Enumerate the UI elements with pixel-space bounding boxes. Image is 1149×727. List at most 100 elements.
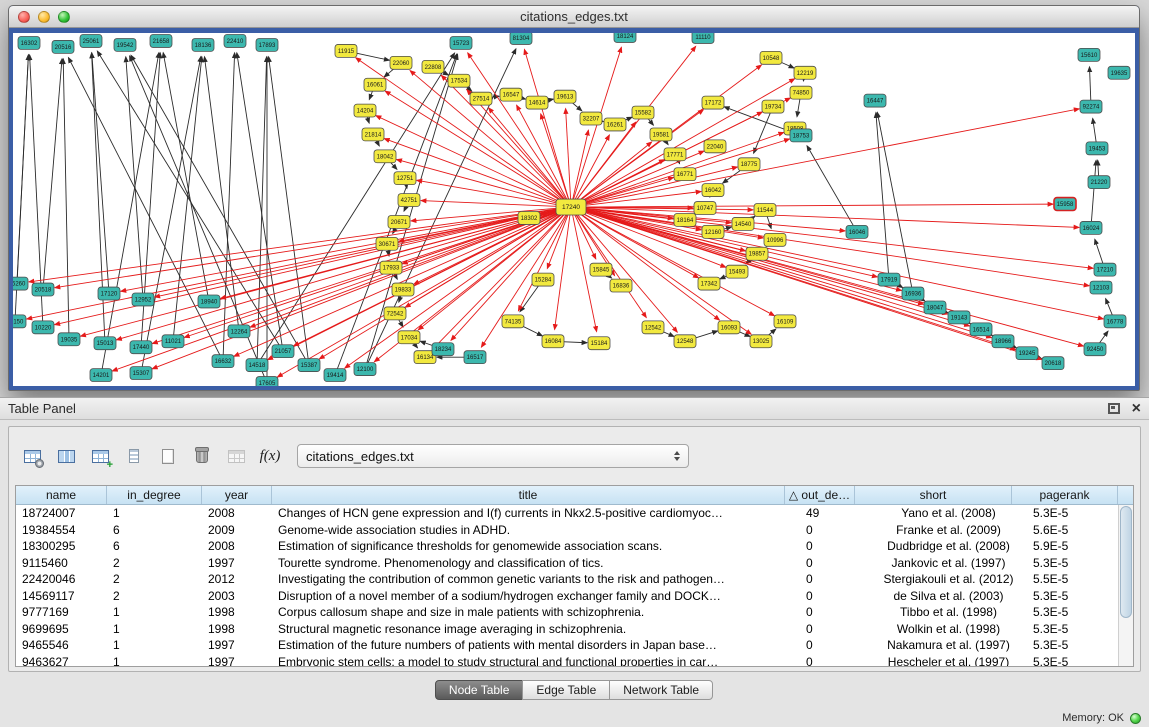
graph-node[interactable]: 25260	[13, 277, 28, 290]
table-row[interactable]: 969969511998Structural magnetic resonanc…	[16, 621, 1133, 638]
graph-node[interactable]: 17893	[256, 38, 278, 51]
graph-node[interactable]: 18753	[790, 129, 812, 142]
graph-node[interactable]: 16771	[674, 168, 696, 181]
graph-node[interactable]: 12751	[394, 172, 416, 185]
graph-node[interactable]: 12103	[1090, 281, 1112, 294]
graph-node[interactable]: 19245	[1016, 347, 1038, 360]
graph-node[interactable]: 16042	[702, 184, 724, 197]
column-header-year[interactable]: year	[202, 486, 272, 504]
graph-node[interactable]: 12100	[354, 363, 376, 376]
graph-node[interactable]: 14614	[526, 96, 548, 109]
graph-node[interactable]: 19833	[392, 283, 414, 296]
graph-node[interactable]: 16084	[542, 335, 564, 348]
graph-node[interactable]: 14204	[354, 104, 376, 117]
column-header-title[interactable]: title	[272, 486, 785, 504]
graph-node[interactable]: 19613	[554, 90, 576, 103]
graph-node[interactable]: 19581	[650, 128, 672, 141]
graph-node[interactable]: 17342	[698, 277, 720, 290]
graph-node[interactable]: 10548	[760, 51, 782, 64]
graph-node[interactable]: 17172	[702, 96, 724, 109]
scrollbar-thumb[interactable]	[1120, 506, 1132, 618]
graph-node[interactable]: 92274	[1080, 100, 1102, 113]
graph-node[interactable]: 16093	[718, 321, 740, 334]
tab-edge-table[interactable]: Edge Table	[522, 680, 610, 700]
graph-node[interactable]: 21220	[1088, 176, 1110, 189]
graph-node[interactable]: 15284	[532, 273, 554, 286]
graph-node[interactable]: 12160	[702, 225, 724, 238]
graph-node[interactable]: 16778	[1104, 315, 1126, 328]
graph-node[interactable]: 15845	[590, 263, 612, 276]
graph-node[interactable]: 18302	[518, 211, 540, 224]
graph-node[interactable]: 22060	[390, 56, 412, 69]
graph-node[interactable]: 11544	[754, 204, 776, 217]
create-column-button[interactable]: +	[85, 442, 115, 470]
graph-node[interactable]: 16046	[846, 225, 868, 238]
graph-node[interactable]: 18164	[674, 213, 696, 226]
graph-node[interactable]: 20518	[32, 283, 54, 296]
graph-node[interactable]: 16109	[774, 315, 796, 328]
graph-node[interactable]: 17034	[398, 331, 420, 344]
graph-node[interactable]: 27514	[470, 92, 492, 105]
graph-node[interactable]: 16061	[364, 78, 386, 91]
graph-node[interactable]: 18047	[924, 301, 946, 314]
graph-node[interactable]: 18042	[374, 150, 396, 163]
graph-node[interactable]: 16024	[1080, 221, 1102, 234]
graph-node[interactable]: 15493	[726, 265, 748, 278]
graph-node[interactable]: 17534	[448, 74, 470, 87]
delete-rows-button[interactable]	[119, 442, 149, 470]
graph-node[interactable]: 15013	[94, 337, 116, 350]
graph-node[interactable]: 19542	[114, 38, 136, 51]
graph-node[interactable]: 16517	[464, 351, 486, 364]
graph-node[interactable]: 17240	[556, 199, 586, 215]
graph-node[interactable]: 15723	[450, 36, 472, 49]
graph-node[interactable]: 21057	[272, 345, 294, 358]
graph-node[interactable]: 16936	[902, 287, 924, 300]
graph-node[interactable]: 19857	[746, 247, 768, 260]
zoom-window-icon[interactable]	[58, 11, 70, 23]
float-panel-icon[interactable]	[1108, 403, 1120, 414]
graph-node[interactable]: 42751	[398, 194, 420, 207]
table-row[interactable]: 1938455462009Genome-wide association stu…	[16, 522, 1133, 539]
graph-node[interactable]: 11915	[335, 44, 357, 57]
graph-node[interactable]: 15958	[1054, 198, 1076, 211]
graph-node[interactable]: 19453	[1086, 142, 1108, 155]
graph-node[interactable]: 18940	[198, 295, 220, 308]
graph-node[interactable]: 17933	[380, 261, 402, 274]
delete-table-button[interactable]	[187, 442, 217, 470]
graph-node[interactable]: 17210	[1094, 263, 1116, 276]
graph-node[interactable]: 21658	[150, 34, 172, 47]
graph-node[interactable]: 13025	[750, 335, 772, 348]
graph-node[interactable]: 81304	[510, 33, 532, 44]
table-row[interactable]: 977716911998Corpus callosum shape and si…	[16, 604, 1133, 621]
graph-node[interactable]: 17440	[130, 341, 152, 354]
tab-node-table[interactable]: Node Table	[435, 680, 524, 700]
table-row[interactable]: 1830029562008Estimation of significance …	[16, 538, 1133, 555]
graph-node[interactable]: 16447	[864, 94, 886, 107]
graph-node[interactable]: 21814	[362, 128, 384, 141]
graph-node[interactable]: 10996	[764, 233, 786, 246]
graph-node[interactable]: 20671	[388, 215, 410, 228]
window-titlebar[interactable]: citations_edges.txt	[9, 6, 1139, 28]
function-builder-button[interactable]: f(x)	[255, 442, 285, 470]
table-row[interactable]: 911546021997Tourette syndrome. Phenomeno…	[16, 555, 1133, 572]
graph-node[interactable]: 18966	[992, 335, 1014, 348]
graph-node[interactable]: 74135	[502, 315, 524, 328]
graph-node[interactable]: 72542	[384, 307, 406, 320]
graph-node[interactable]: 11110	[692, 33, 714, 43]
new-table-button[interactable]	[153, 442, 183, 470]
vertical-scrollbar[interactable]	[1118, 505, 1133, 666]
graph-node[interactable]: 16261	[604, 118, 626, 131]
table-row[interactable]: 946362711997Embryonic stem cells: a mode…	[16, 654, 1133, 667]
table-row[interactable]: 946554611997Estimation of the future num…	[16, 637, 1133, 654]
graph-node[interactable]: 14518	[246, 359, 268, 372]
graph-node[interactable]: 10747	[694, 202, 716, 215]
graph-node[interactable]: 12542	[642, 321, 664, 334]
graph-node[interactable]: 18234	[432, 343, 454, 356]
minimize-window-icon[interactable]	[38, 11, 50, 23]
graph-node[interactable]: 30671	[376, 237, 398, 250]
graph-node[interactable]: 20516	[52, 40, 74, 53]
graph-node[interactable]: 12952	[132, 293, 154, 306]
graph-node[interactable]: 15582	[632, 106, 654, 119]
table-settings-button[interactable]	[17, 442, 47, 470]
graph-node[interactable]: 16547	[500, 88, 522, 101]
